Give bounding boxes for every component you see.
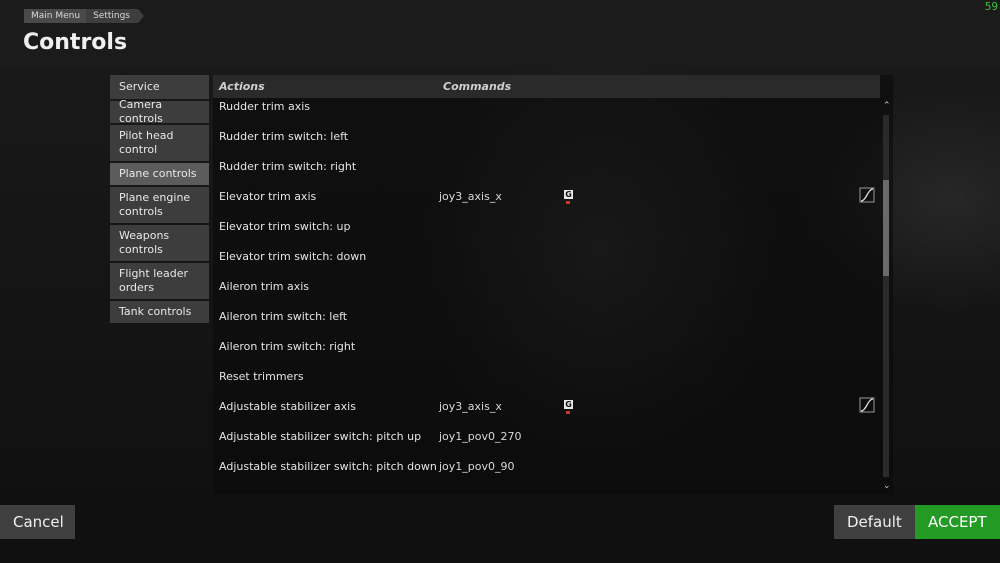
sidebar-item-label: Pilot head control (119, 129, 174, 156)
category-sidebar: Service Camera controls Pilot head control… (110, 75, 209, 325)
table-row[interactable]: Rudder trim axis (213, 92, 880, 122)
action-label: Aileron trim switch: right (219, 340, 356, 353)
sidebar-item-label: Camera controls (119, 98, 163, 125)
bindings-list: Rudder trim axis Rudder trim switch: left… (213, 92, 880, 482)
breadcrumb-main-menu[interactable]: Main Menu (24, 9, 87, 23)
accept-button[interactable]: ACCEPT (915, 505, 1000, 539)
sidebar-item[interactable]: Plane engine controls (110, 187, 209, 223)
sidebar-item[interactable]: Pilot head control (110, 125, 209, 161)
action-label: Adjustable stabilizer switch: pitch down (219, 460, 437, 473)
sidebar-item[interactable]: Flight leader orders (110, 263, 209, 299)
top-bar: Main Menu Settings Controls 59 (0, 0, 1000, 66)
action-label: Rudder trim axis (219, 100, 311, 113)
command-binding[interactable]: joy3_axis_x (439, 400, 502, 413)
table-row[interactable]: Elevator trim axis joy3_axis_x G (213, 182, 880, 212)
sidebar-item[interactable]: Plane controls (110, 163, 209, 185)
action-label: Elevator trim switch: down (219, 250, 367, 263)
sidebar-item-label: Tank controls (119, 305, 192, 318)
action-label: Reset trimmers (219, 370, 304, 383)
controls-table-panel: Actions Commands Rudder trim axis Rudder … (213, 75, 893, 495)
action-label: Aileron trim axis (219, 280, 310, 293)
command-binding[interactable]: joy3_axis_x (439, 190, 502, 203)
device-g-icon: G (564, 400, 573, 414)
action-label: Rudder trim switch: right (219, 160, 357, 173)
cancel-button[interactable]: Cancel (0, 505, 75, 539)
action-label: Elevator trim switch: up (219, 220, 351, 233)
action-label: Elevator trim axis (219, 190, 317, 203)
default-button[interactable]: Default (834, 505, 915, 539)
sidebar-item[interactable]: Tank controls (110, 301, 209, 323)
table-row[interactable]: Reset trimmers (213, 362, 880, 392)
sidebar-item[interactable]: Camera controls (110, 98, 209, 125)
table-row[interactable]: Adjustable stabilizer switch: pitch down… (213, 452, 880, 482)
sidebar-item-label: Plane controls (119, 167, 197, 180)
scrollbar-track[interactable] (883, 115, 889, 477)
table-row[interactable]: Rudder trim switch: left (213, 122, 880, 152)
breadcrumb-settings[interactable]: Settings (86, 9, 138, 23)
scrollbar-thumb[interactable] (883, 180, 889, 276)
table-row[interactable]: Aileron trim switch: left (213, 302, 880, 332)
sidebar-item[interactable]: Weapons controls (110, 225, 209, 261)
table-row[interactable]: Rudder trim switch: right (213, 152, 880, 182)
action-label: Aileron trim switch: left (219, 310, 348, 323)
table-row[interactable]: Adjustable stabilizer axis joy3_axis_x G (213, 392, 880, 422)
table-row[interactable]: Aileron trim switch: right (213, 332, 880, 362)
breadcrumb-arrow-icon (137, 9, 144, 23)
fps-counter: 59 (984, 0, 998, 13)
page-title: Controls (23, 30, 128, 55)
action-label: Adjustable stabilizer axis (219, 400, 356, 413)
table-row[interactable]: Adjustable stabilizer switch: pitch up jo… (213, 422, 880, 452)
sidebar-item-label: Weapons controls (119, 229, 170, 256)
table-row[interactable]: Elevator trim switch: down (213, 242, 880, 272)
device-g-icon: G (564, 190, 573, 204)
table-row[interactable]: Aileron trim axis (213, 272, 880, 302)
action-label: Adjustable stabilizer switch: pitch up (219, 430, 422, 443)
table-row[interactable]: Elevator trim switch: up (213, 212, 880, 242)
scroll-down-arrow-icon[interactable]: ⌄ (883, 481, 891, 491)
sidebar-item-label: Plane engine controls (119, 191, 191, 218)
command-binding[interactable]: joy1_pov0_90 (439, 460, 515, 473)
axis-curve-icon[interactable] (859, 397, 875, 413)
action-label: Rudder trim switch: left (219, 130, 349, 143)
breadcrumb: Main Menu Settings (24, 9, 144, 23)
scroll-up-arrow-icon[interactable]: ⌃ (883, 101, 891, 111)
sidebar-item-label: Flight leader orders (119, 267, 189, 294)
axis-curve-icon[interactable] (859, 187, 875, 203)
sidebar-item[interactable]: Service (110, 75, 209, 99)
command-binding[interactable]: joy1_pov0_270 (439, 430, 522, 443)
sidebar-item-label: Service (119, 80, 160, 93)
